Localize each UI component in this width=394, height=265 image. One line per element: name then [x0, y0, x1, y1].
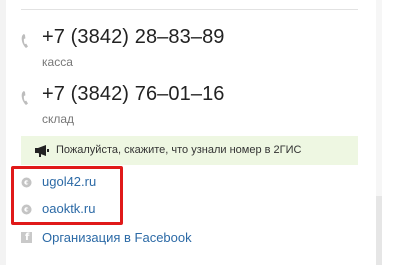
left-edge	[0, 0, 6, 265]
call-notice: Пожалуйста, скажите, что узнали номер в …	[21, 136, 358, 165]
scrollbar-thumb[interactable]	[376, 196, 382, 265]
phone-caption: касса	[42, 55, 73, 69]
phone-caption: склад	[42, 112, 75, 126]
phone-number[interactable]: +7 (3842) 28–83–89	[42, 26, 225, 49]
phone-number[interactable]: +7 (3842) 76–01–16	[42, 83, 225, 106]
megaphone-icon	[35, 145, 49, 157]
notice-text: Пожалуйста, скажите, что узнали номер в …	[56, 144, 302, 156]
phone-icon	[21, 34, 28, 48]
divider	[21, 9, 358, 10]
facebook-link-text[interactable]: Организация в Facebook	[42, 230, 192, 245]
facebook-icon: f	[21, 232, 32, 243]
highlight-box	[11, 166, 123, 225]
phone-icon	[21, 91, 28, 105]
